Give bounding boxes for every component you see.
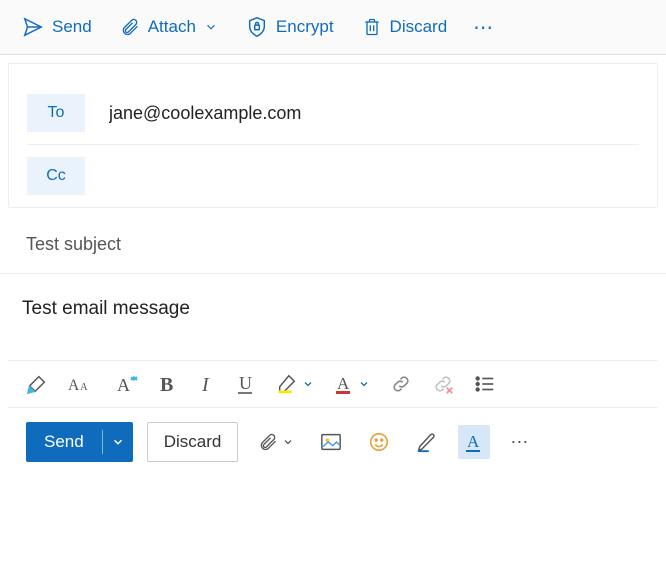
- subject-input[interactable]: [26, 234, 648, 255]
- send-options-button[interactable]: [103, 422, 133, 462]
- emoji-icon: [368, 431, 390, 453]
- send-split-button: Send: [26, 422, 133, 462]
- cc-row: Cc: [27, 145, 639, 207]
- subject-row: [0, 216, 666, 274]
- formatting-toggle-icon: A: [464, 431, 484, 453]
- svg-text:U: U: [239, 373, 252, 393]
- trash-icon: [362, 16, 382, 38]
- paperclip-icon: [120, 16, 140, 38]
- svg-text:A: A: [467, 432, 480, 451]
- emoji-button[interactable]: [362, 425, 396, 459]
- top-toolbar: Send Attach Encrypt Discard ⋯: [0, 0, 666, 55]
- font-color-button[interactable]: A: [334, 373, 370, 395]
- send-button-bottom[interactable]: Send: [26, 422, 102, 462]
- discard-button-top[interactable]: Discard: [350, 10, 460, 44]
- format-painter-button[interactable]: [26, 373, 48, 395]
- italic-button[interactable]: I: [198, 373, 216, 395]
- svg-text:A: A: [68, 377, 80, 394]
- italic-icon: I: [198, 373, 216, 395]
- image-icon: [320, 432, 342, 452]
- bold-icon: B: [158, 373, 178, 395]
- chevron-down-icon: [302, 378, 314, 390]
- bullet-list-icon: [474, 373, 496, 395]
- to-input[interactable]: [85, 103, 639, 124]
- more-options-top[interactable]: ⋯: [463, 9, 505, 46]
- send-button-top[interactable]: Send: [10, 10, 104, 44]
- attach-button-top[interactable]: Attach: [108, 10, 230, 44]
- paintbrush-icon: [26, 373, 48, 395]
- send-label-top: Send: [52, 17, 92, 37]
- to-row: To: [27, 82, 639, 145]
- bottom-toolbar: Send Discard: [8, 408, 658, 476]
- cc-button[interactable]: Cc: [27, 157, 85, 195]
- svg-text:B: B: [160, 374, 173, 395]
- compose-area: To Cc: [8, 63, 658, 208]
- insert-link-button[interactable]: [390, 373, 412, 395]
- font-size-icon: A A: [68, 373, 94, 395]
- insert-image-button[interactable]: [314, 426, 348, 458]
- chevron-down-icon: [111, 435, 125, 449]
- bold-button[interactable]: B: [158, 373, 178, 395]
- remove-link-button[interactable]: [432, 373, 454, 395]
- attach-label-top: Attach: [148, 17, 196, 37]
- show-formatting-button[interactable]: A: [458, 425, 490, 459]
- svg-text:I: I: [201, 374, 210, 395]
- cc-input[interactable]: [85, 166, 639, 187]
- body-row: Test email message: [0, 274, 666, 360]
- encrypt-button[interactable]: Encrypt: [234, 10, 346, 44]
- format-toolbar: A A A B I U A: [8, 360, 658, 408]
- to-button[interactable]: To: [27, 94, 85, 132]
- underline-icon: U: [236, 373, 256, 395]
- pen-icon: [416, 431, 438, 453]
- chevron-down-icon: [358, 378, 370, 390]
- paperclip-icon: [258, 431, 278, 453]
- underline-button[interactable]: U: [236, 373, 256, 395]
- chevron-down-icon: [282, 436, 294, 448]
- highlight-button[interactable]: [276, 373, 314, 395]
- shield-lock-icon: [246, 16, 268, 38]
- send-icon: [22, 16, 44, 38]
- font-color-icon: A: [334, 373, 354, 395]
- bullet-list-button[interactable]: [474, 373, 496, 395]
- chevron-down-icon: [204, 20, 218, 34]
- discard-button-bottom[interactable]: Discard: [147, 422, 239, 462]
- highlight-icon: [276, 373, 298, 395]
- svg-text:A: A: [337, 374, 350, 393]
- discard-label-top: Discard: [390, 17, 448, 37]
- font-size-button[interactable]: A A: [68, 373, 94, 395]
- font-style-button[interactable]: A: [114, 373, 138, 395]
- attach-button-bottom[interactable]: [252, 425, 300, 459]
- link-icon: [390, 373, 412, 395]
- unlink-icon: [432, 373, 454, 395]
- more-options-bottom[interactable]: ⋯: [504, 426, 536, 459]
- svg-text:A: A: [80, 382, 88, 393]
- encrypt-label: Encrypt: [276, 17, 334, 37]
- body-editor[interactable]: Test email message: [22, 298, 648, 320]
- svg-text:A: A: [117, 375, 130, 395]
- signature-button[interactable]: [410, 425, 444, 459]
- font-style-icon: A: [114, 373, 138, 395]
